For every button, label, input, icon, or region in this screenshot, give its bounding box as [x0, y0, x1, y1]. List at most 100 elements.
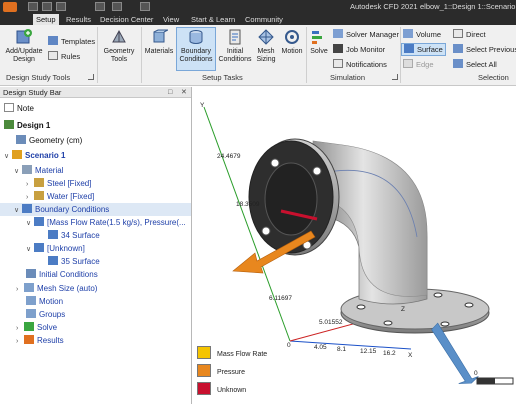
- templates-label: Templates: [61, 37, 96, 46]
- scale-label: 0: [474, 370, 478, 377]
- surface-icon: [404, 44, 414, 53]
- tree-item-surface-35[interactable]: 35 Surface: [48, 255, 100, 268]
- y-tick-label: 24.4679: [217, 153, 241, 160]
- add-update-design-icon: [16, 29, 32, 44]
- quick-access-dropdown-icon[interactable]: [140, 2, 150, 11]
- solver-manager-button[interactable]: Solver Manager: [333, 29, 399, 40]
- tree-item-note[interactable]: Note: [4, 102, 34, 115]
- tab-results[interactable]: Results: [63, 14, 94, 25]
- redo-icon[interactable]: [112, 2, 122, 11]
- tree-item-solve[interactable]: › Solve: [16, 321, 57, 334]
- boundary-conditions-button[interactable]: Boundary Conditions: [176, 27, 216, 71]
- geometry-icon: [16, 135, 26, 144]
- tree-label: 35 Surface: [61, 257, 100, 266]
- tree-item-material[interactable]: ∨ Material: [14, 164, 63, 177]
- job-monitor-button[interactable]: Job Monitor: [333, 44, 385, 55]
- volume-button[interactable]: Volume: [403, 29, 441, 40]
- surface-item-icon: [48, 256, 58, 265]
- simulation-launcher-icon[interactable]: [392, 74, 398, 80]
- tree-item-geometry[interactable]: Geometry (cm): [16, 134, 82, 147]
- app-logo-icon[interactable]: [3, 2, 17, 12]
- close-icon[interactable]: ✕: [181, 87, 187, 98]
- tree-label: Steel [Fixed]: [47, 179, 92, 188]
- solve-icon: [312, 31, 322, 44]
- templates-button[interactable]: Templates: [48, 36, 95, 47]
- mesh-sizing-icon: [258, 29, 274, 45]
- collapse-arrow-icon[interactable]: ∨: [14, 165, 22, 178]
- tree-label: Material: [35, 166, 64, 175]
- collapse-arrow-icon[interactable]: ∨: [14, 204, 22, 217]
- tab-community[interactable]: Community: [242, 14, 286, 25]
- mesh-sizing-button[interactable]: Mesh Sizing: [253, 28, 279, 64]
- water-material-icon: [34, 191, 44, 200]
- tree-label: Motion: [39, 297, 64, 306]
- materials-button[interactable]: Materials: [143, 28, 175, 56]
- select-all-icon: [453, 59, 463, 68]
- surface-label: Surface: [417, 45, 443, 54]
- tree-item-mesh-size[interactable]: › Mesh Size (auto): [16, 282, 97, 295]
- tree-item-surface-34[interactable]: 34 Surface: [48, 229, 100, 242]
- expand-arrow-icon[interactable]: ›: [16, 335, 24, 348]
- tree-item-bc-unknown[interactable]: ∨ [Unknown]: [26, 242, 85, 255]
- rules-icon: [48, 51, 58, 60]
- notifications-button[interactable]: Notifications: [333, 59, 387, 70]
- design-study-tools-launcher-icon[interactable]: [88, 74, 94, 80]
- tree-label: Solve: [37, 323, 58, 332]
- open-icon[interactable]: [42, 2, 52, 11]
- tree-item-results[interactable]: › Results: [16, 334, 64, 347]
- design-study-bar-header: Design Study Bar □ ✕: [0, 87, 191, 98]
- groups-icon: [26, 309, 36, 318]
- tree-item-steel[interactable]: › Steel [Fixed]: [26, 177, 91, 190]
- tab-view[interactable]: View: [160, 14, 182, 25]
- new-icon[interactable]: [28, 2, 38, 11]
- boundary-conditions-label: Boundary Conditions: [179, 48, 213, 63]
- tree-item-water[interactable]: › Water [Fixed]: [26, 190, 94, 203]
- edge-icon: [403, 59, 413, 68]
- add-update-design-button[interactable]: Add/Update Design: [4, 28, 44, 64]
- initial-conditions-button[interactable]: Initial Conditions: [218, 28, 252, 64]
- select-previous-button[interactable]: Select Previous: [453, 44, 516, 55]
- geometry-tools-button[interactable]: Geometry Tools: [100, 28, 138, 64]
- tree-item-motion[interactable]: Motion: [26, 295, 63, 308]
- graphics-viewport[interactable]: Y 24.4679 18.3509 6.11697 0 4.05 8.1 12.…: [193, 87, 516, 404]
- x-tick-label: 4.05: [314, 344, 327, 351]
- volume-label: Volume: [416, 30, 442, 39]
- tree-label: Design 1: [17, 121, 51, 130]
- simulation-group-label: Simulation: [330, 73, 366, 82]
- save-icon[interactable]: [56, 2, 66, 11]
- tab-decision-center[interactable]: Decision Center: [97, 14, 156, 25]
- surface-button[interactable]: Surface: [401, 43, 446, 56]
- edge-button[interactable]: Edge: [403, 59, 434, 70]
- expand-arrow-icon[interactable]: ›: [16, 283, 24, 296]
- tree-item-scenario[interactable]: ∨ Scenario 1: [4, 149, 65, 162]
- rules-button[interactable]: Rules: [48, 51, 80, 62]
- collapse-arrow-icon[interactable]: ∨: [26, 243, 34, 256]
- document-title: elbow_1::Design 1::Scenario 1: [420, 2, 516, 11]
- tree-item-groups[interactable]: Groups: [26, 308, 65, 321]
- tree-label: Mesh Size (auto): [37, 284, 98, 293]
- collapse-arrow-icon[interactable]: ∨: [26, 217, 34, 230]
- y-tick-label: 6.11697: [269, 295, 292, 302]
- solve-button[interactable]: Solve: [308, 28, 330, 56]
- tree-label: 34 Surface: [61, 231, 100, 240]
- collapse-arrow-icon[interactable]: ∨: [4, 150, 12, 163]
- motion-button[interactable]: Motion: [280, 28, 304, 56]
- results-tree-icon: [24, 335, 34, 344]
- tree-label: Scenario 1: [25, 151, 66, 160]
- design-study-tools-group-label: Design Study Tools: [6, 73, 71, 82]
- select-all-button[interactable]: Select All: [453, 59, 497, 70]
- pin-icon[interactable]: □: [168, 87, 172, 98]
- tab-setup[interactable]: Setup: [33, 14, 59, 25]
- tab-start-learn[interactable]: Start & Learn: [188, 14, 238, 25]
- tree-label: Initial Conditions: [39, 270, 98, 279]
- tree-item-design[interactable]: Design 1: [4, 119, 50, 132]
- tree-item-boundary-conditions[interactable]: ∨ Boundary Conditions: [0, 203, 191, 216]
- setup-tasks-group-label: Setup Tasks: [202, 73, 243, 82]
- tree-item-initial-conditions[interactable]: Initial Conditions: [26, 268, 98, 281]
- job-monitor-icon: [333, 44, 343, 53]
- ribbon-panel: Add/Update Design Templates Rules Design…: [0, 25, 516, 86]
- undo-icon[interactable]: [95, 2, 105, 11]
- tree-item-bc-mass-flow[interactable]: ∨ [Mass Flow Rate(1.5 kg/s), Pressure(...: [26, 216, 186, 229]
- tree-label: [Mass Flow Rate(1.5 kg/s), Pressure(...: [47, 218, 186, 227]
- direct-button[interactable]: Direct: [453, 29, 486, 40]
